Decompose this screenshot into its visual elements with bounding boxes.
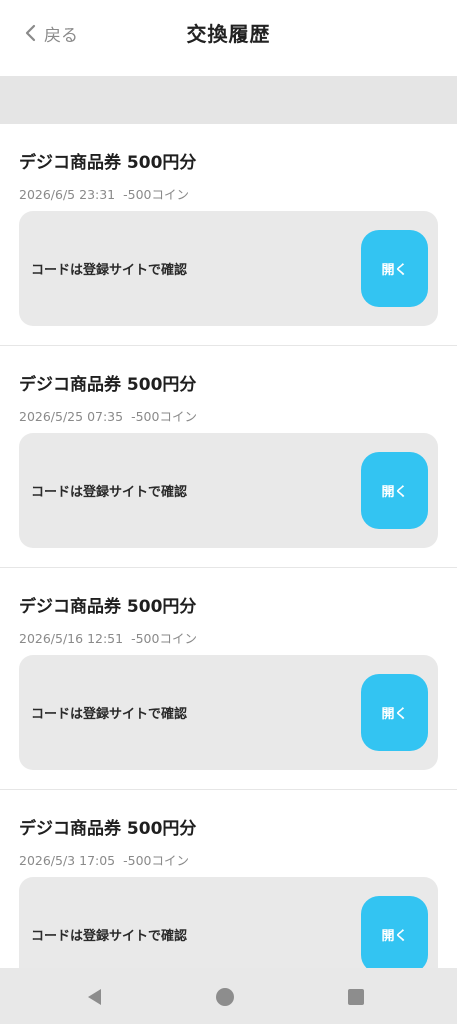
nav-home-button[interactable] — [214, 986, 236, 1008]
history-item: デジコ商品券 500円分 2026/5/25 07:35 -500コイン コードは… — [0, 346, 457, 568]
code-instruction: コードは登録サイトで確認 — [31, 263, 188, 278]
code-panel: コードは登録サイトで確認 開く — [19, 433, 438, 548]
code-instruction: コードは登録サイトで確認 — [31, 485, 188, 500]
open-button[interactable]: 開く — [361, 896, 428, 973]
item-cost: -500コイン — [131, 631, 197, 646]
system-navigation-bar — [0, 968, 457, 1024]
item-title: デジコ商品券 500円分 — [19, 597, 197, 617]
item-cost: -500コイン — [131, 409, 197, 424]
home-circle-icon — [216, 988, 234, 1006]
item-meta: 2026/5/3 17:05 -500コイン — [19, 850, 189, 869]
item-date: 2026/6/5 23:31 — [19, 187, 116, 202]
item-meta: 2026/5/25 07:35 -500コイン — [19, 406, 197, 425]
open-button[interactable]: 開く — [361, 452, 428, 529]
item-meta: 2026/6/5 23:31 -500コイン — [19, 184, 189, 203]
history-item: デジコ商品券 500円分 2026/6/5 23:31 -500コイン コードは登… — [0, 124, 457, 346]
back-triangle-icon — [88, 989, 101, 1005]
item-date: 2026/5/3 17:05 — [19, 853, 116, 868]
item-cost: -500コイン — [123, 853, 190, 868]
open-button[interactable]: 開く — [361, 230, 428, 307]
code-instruction: コードは登録サイトで確認 — [31, 707, 188, 722]
item-title: デジコ商品券 500円分 — [19, 819, 197, 839]
history-item: デジコ商品券 500円分 2026/5/16 12:51 -500コイン コードは… — [0, 568, 457, 790]
item-meta: 2026/5/16 12:51 -500コイン — [19, 628, 197, 647]
nav-back-button[interactable] — [84, 986, 106, 1008]
code-panel: コードは登録サイトで確認 開く — [19, 211, 438, 326]
page-title: 交換履歴 — [186, 22, 271, 46]
item-title: デジコ商品券 500円分 — [19, 375, 197, 395]
item-cost: -500コイン — [123, 187, 190, 202]
item-date: 2026/5/25 07:35 — [19, 409, 124, 424]
code-panel: コードは登録サイトで確認 開く — [19, 655, 438, 770]
recent-square-icon — [348, 989, 364, 1005]
item-date: 2026/5/16 12:51 — [19, 631, 124, 646]
top-app-bar: 戻る 交換履歴 — [0, 0, 457, 76]
code-instruction: コードは登録サイトで確認 — [31, 929, 188, 944]
open-button[interactable]: 開く — [361, 674, 428, 751]
item-title: デジコ商品券 500円分 — [19, 153, 197, 173]
nav-recent-apps-button[interactable] — [345, 986, 367, 1008]
section-divider-band — [0, 76, 457, 124]
exchange-history-list: デジコ商品券 500円分 2026/6/5 23:31 -500コイン コードは登… — [0, 124, 457, 1012]
